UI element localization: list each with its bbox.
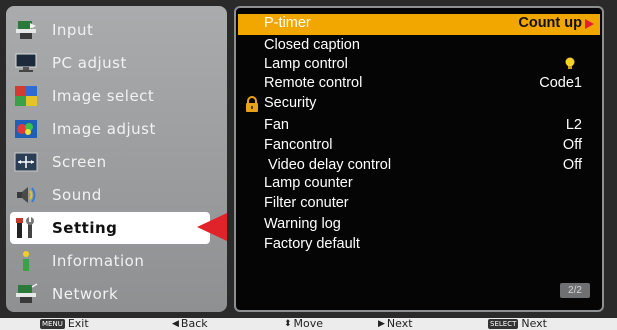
menu-item-label: PC adjust <box>52 54 127 72</box>
menu-item-pc-adjust[interactable]: PC adjust <box>6 47 227 79</box>
row-label: Closed caption <box>264 37 360 53</box>
row-label: Fan <box>264 117 289 133</box>
row-label: Lamp counter <box>264 175 353 191</box>
select-key-icon: SELECT <box>488 318 519 329</box>
setting-icon <box>12 215 40 241</box>
select-hint: SELECT Next <box>488 317 547 330</box>
row-value: Count up <box>518 15 582 31</box>
submenu-row-factory-default[interactable]: Factory default <box>236 235 602 255</box>
exit-hint: MENU Exit <box>40 317 89 330</box>
menu-item-sound[interactable]: Sound <box>6 179 227 211</box>
active-menu-arrow-icon <box>197 213 227 241</box>
row-label: Remote control <box>264 75 363 91</box>
menu-item-label: Network <box>52 285 119 303</box>
menu-item-label: Input <box>52 21 94 39</box>
input-icon <box>12 17 40 43</box>
row-value: Off <box>562 137 582 153</box>
submenu-row-fancontrol[interactable]: Fancontrol Off <box>236 136 602 156</box>
menu-item-label: Sound <box>52 186 102 204</box>
submenu-row-lamp-control[interactable]: Lamp control <box>236 55 602 75</box>
move-hint: ⬍ Move <box>284 317 323 330</box>
right-arrow-icon: ▶ <box>378 318 385 329</box>
menu-key-icon: MENU <box>40 318 65 329</box>
row-value: Code1 <box>539 75 582 91</box>
pc-adjust-icon <box>12 50 40 76</box>
next-hint: ▶ Next <box>378 317 413 330</box>
left-arrow-icon: ◀ <box>172 318 179 329</box>
menu-item-image-select[interactable]: Image select <box>6 80 227 112</box>
menu-item-screen[interactable]: Screen <box>6 146 227 178</box>
row-label: Lamp control <box>264 56 348 72</box>
submenu-row-closed-caption[interactable]: Closed caption <box>236 36 602 56</box>
submenu-row-remote-control[interactable]: Remote control Code1 <box>236 74 602 94</box>
right-arrow-icon <box>585 19 594 29</box>
information-icon <box>12 248 40 274</box>
screen-icon <box>12 149 40 175</box>
menu-item-label: Image select <box>52 87 155 105</box>
menu-item-setting[interactable]: Setting <box>10 212 210 244</box>
exit-label: Exit <box>67 317 89 330</box>
up-down-arrow-icon: ⬍ <box>284 318 292 329</box>
menu-item-input[interactable]: Input <box>6 14 227 46</box>
row-label: Filter conuter <box>264 195 349 211</box>
submenu-row-security[interactable]: Security <box>236 94 602 114</box>
lock-icon <box>246 96 258 112</box>
key-guide-bar: MENU Exit ◀ Back ⬍ Move ▶ Next SELECT Ne… <box>0 317 617 330</box>
submenu-row-warning-log[interactable]: Warning log <box>236 215 602 235</box>
move-label: Move <box>293 317 324 330</box>
lamp-bulb-icon <box>565 57 575 69</box>
menu-item-label: Information <box>52 252 145 270</box>
submenu-row-lamp-counter[interactable]: Lamp counter <box>236 174 602 194</box>
row-label: Warning log <box>264 216 341 232</box>
menu-item-image-adjust[interactable]: Image adjust <box>6 113 227 145</box>
submenu-row-p-timer[interactable]: P-timer Count up <box>238 14 600 35</box>
row-label: Video delay control <box>264 157 392 173</box>
row-value: L2 <box>565 117 582 133</box>
menu-item-information[interactable]: Information <box>6 245 227 277</box>
row-value: Off <box>562 157 582 173</box>
select-label: Next <box>521 317 547 330</box>
back-hint: ◀ Back <box>172 317 208 330</box>
row-label: Fancontrol <box>264 137 333 153</box>
projector-osd: Input PC adjust Image select Image adjus… <box>0 0 617 318</box>
submenu-row-filter-counter[interactable]: Filter conuter <box>236 194 602 214</box>
menu-item-network[interactable]: Network <box>6 278 227 310</box>
back-label: Back <box>180 317 208 330</box>
image-select-icon <box>12 83 40 109</box>
menu-item-label: Image adjust <box>52 120 156 138</box>
main-menu: Input PC adjust Image select Image adjus… <box>6 6 227 312</box>
page-indicator: 2/2 <box>560 283 590 298</box>
setting-submenu: P-timer Count up Closed caption Lamp con… <box>234 6 604 312</box>
menu-item-label: Setting <box>52 219 118 237</box>
submenu-row-fan[interactable]: Fan L2 <box>236 116 602 136</box>
sound-icon <box>12 182 40 208</box>
submenu-row-video-delay-control[interactable]: Video delay control Off <box>236 156 602 176</box>
next-label: Next <box>386 317 413 330</box>
row-label: P-timer <box>264 15 311 31</box>
row-label: Factory default <box>264 236 360 252</box>
image-adjust-icon <box>12 116 40 142</box>
row-label: Security <box>264 95 317 111</box>
network-icon <box>12 281 40 307</box>
menu-item-label: Screen <box>52 153 107 171</box>
